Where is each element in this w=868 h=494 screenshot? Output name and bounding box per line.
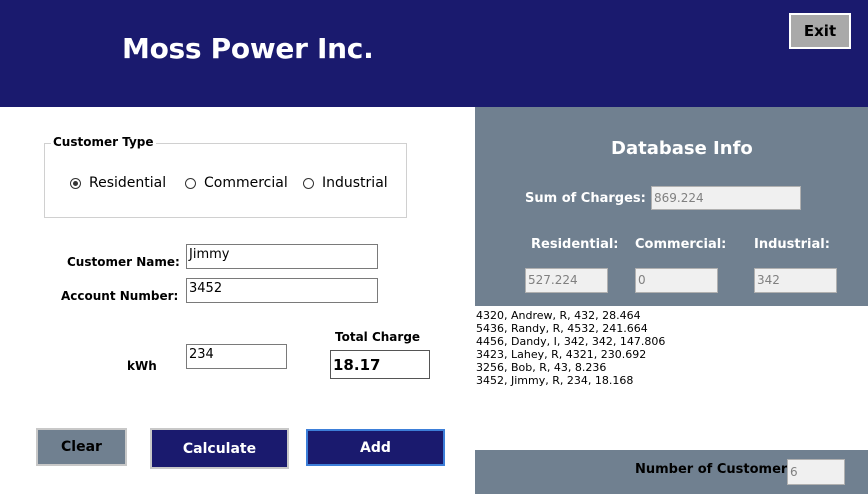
radio-residential[interactable]: Residential <box>70 175 166 191</box>
app-title: Moss Power Inc. <box>122 32 374 65</box>
exit-button[interactable]: Exit <box>789 13 851 49</box>
total-charge-field[interactable]: 18.17 <box>330 350 430 379</box>
calculate-button[interactable]: Calculate <box>150 428 289 469</box>
commercial-total-field[interactable]: 0 <box>635 268 718 293</box>
radio-commercial-label: Commercial <box>204 175 288 191</box>
radio-commercial[interactable]: Commercial <box>185 175 288 191</box>
radio-unselected-icon[interactable] <box>185 177 196 189</box>
customer-count-label: Number of Customers: <box>635 462 801 477</box>
kwh-label: kWh <box>127 359 157 373</box>
list-item[interactable]: 4456, Dandy, I, 342, 342, 147.806 <box>476 335 867 348</box>
add-button[interactable]: Add <box>306 429 445 466</box>
customer-count-field[interactable]: 6 <box>787 459 845 485</box>
database-title: Database Info <box>611 138 753 159</box>
industrial-total-label: Industrial: <box>754 237 830 252</box>
industrial-total-field[interactable]: 342 <box>754 268 837 293</box>
sum-of-charges-label: Sum of Charges: <box>525 191 646 206</box>
list-item[interactable]: 3423, Lahey, R, 4321, 230.692 <box>476 348 867 361</box>
customer-name-input[interactable]: Jimmy <box>186 244 378 269</box>
account-number-label: Account Number: <box>61 289 179 303</box>
list-item[interactable]: 3256, Bob, R, 43, 8.236 <box>476 361 867 374</box>
residential-total-field[interactable]: 527.224 <box>525 268 608 293</box>
kwh-input[interactable]: 234 <box>186 344 287 369</box>
customer-name-label: Customer Name: <box>67 255 180 269</box>
radio-unselected-icon[interactable] <box>303 177 314 189</box>
list-item[interactable]: 4320, Andrew, R, 432, 28.464 <box>476 309 867 322</box>
radio-industrial[interactable]: Industrial <box>303 175 388 191</box>
residential-total-label: Residential: <box>531 237 619 252</box>
customer-records-list[interactable]: 4320, Andrew, R, 432, 28.464 5436, Randy… <box>475 306 868 450</box>
radio-industrial-label: Industrial <box>322 175 388 191</box>
sum-of-charges-field[interactable]: 869.224 <box>651 186 801 210</box>
account-number-input[interactable]: 3452 <box>186 278 378 303</box>
list-item[interactable]: 5436, Randy, R, 4532, 241.664 <box>476 322 867 335</box>
total-charge-label: Total Charge <box>335 330 421 344</box>
radio-selected-icon[interactable] <box>70 177 81 189</box>
radio-residential-label: Residential <box>89 175 167 191</box>
list-item[interactable]: 3452, Jimmy, R, 234, 18.168 <box>476 374 867 387</box>
commercial-total-label: Commercial: <box>635 237 727 252</box>
clear-button[interactable]: Clear <box>36 428 127 466</box>
customer-type-legend: Customer Type <box>51 135 156 149</box>
